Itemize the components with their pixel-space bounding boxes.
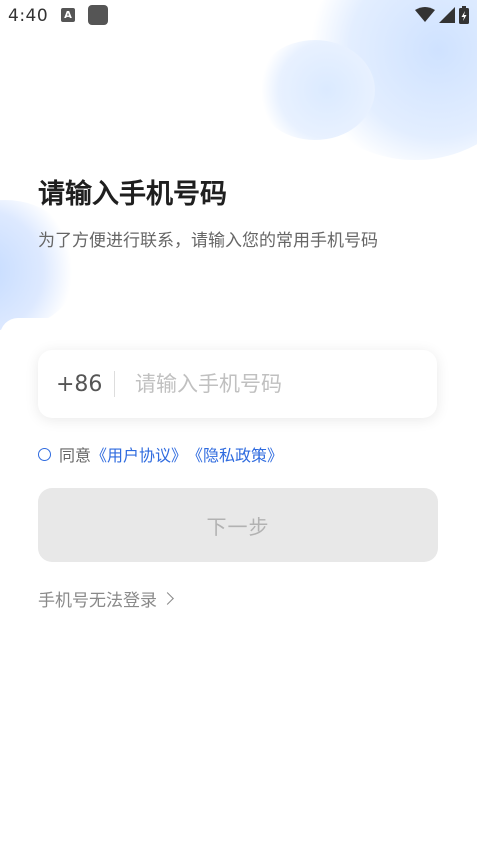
page-title: 请输入手机号码 [38, 179, 227, 210]
status-bar: 4:40 A [0, 0, 477, 32]
cannot-login-link[interactable]: 手机号无法登录 [38, 586, 174, 611]
battery-charging-icon [459, 6, 469, 24]
phone-number-input[interactable] [133, 371, 417, 397]
page-subtitle: 为了方便进行联系，请输入您的常用手机号码 [38, 231, 378, 251]
wifi-icon [415, 7, 435, 22]
privacy-policy-link[interactable]: 《隐私政策》 [187, 442, 283, 466]
next-step-button[interactable]: 下一步 [38, 488, 438, 562]
app-notification-icon: A [61, 8, 75, 22]
background-cloud [255, 40, 375, 140]
phone-input-box[interactable]: +86 [38, 350, 437, 418]
country-code[interactable]: +86 [56, 372, 114, 397]
login-screen: 4:40 A 请输入手机号码 为了方便进行联系，请输入您的常用手机号码 +86 … [0, 0, 477, 848]
background-cloud [0, 200, 80, 330]
cell-signal-icon [439, 7, 455, 23]
status-time: 4:40 [8, 6, 49, 26]
agreement-checkbox[interactable] [38, 447, 51, 461]
chevron-right-icon [161, 592, 174, 605]
app-square-icon [88, 5, 108, 25]
input-divider [114, 371, 115, 397]
user-agreement-link[interactable]: 《用户协议》 [91, 442, 187, 466]
status-indicators [415, 6, 469, 24]
cannot-login-label: 手机号无法登录 [38, 591, 157, 611]
agreement-prefix: 同意 [59, 446, 92, 465]
agreement-row: 同意 《用户协议》 《隐私政策》 [38, 442, 283, 466]
